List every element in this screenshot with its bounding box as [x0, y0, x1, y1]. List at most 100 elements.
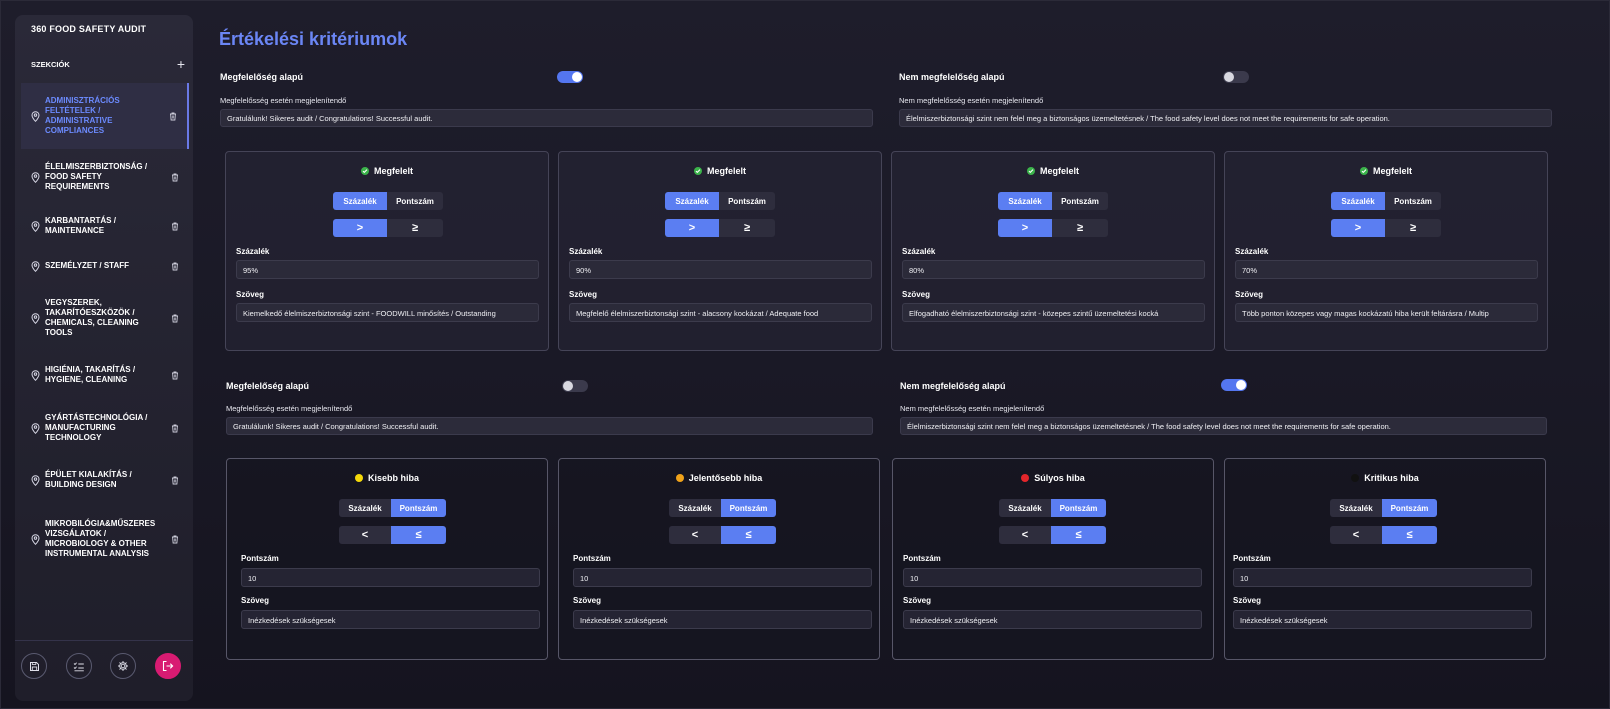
text-input[interactable]: Elfogadható élelmiszerbiztonsági szint -… — [902, 303, 1205, 322]
greater-than-option[interactable]: > — [665, 219, 719, 237]
text-label: Szöveg — [236, 290, 265, 299]
text-input[interactable]: Inézkedések szükségesek — [903, 610, 1202, 629]
text-input[interactable]: Inézkedések szükségesek — [241, 610, 540, 629]
greater-equal-option[interactable]: ≥ — [387, 219, 443, 237]
points-tab[interactable]: Pontszám — [391, 499, 446, 517]
greater-equal-option[interactable]: ≥ — [1385, 219, 1441, 237]
sidebar-item-building[interactable]: ÉPÜLET KIALAKÍTÁS / BUILDING DESIGN — [21, 457, 189, 503]
checklist-button[interactable] — [66, 653, 92, 679]
compliance-based-toggle[interactable] — [562, 380, 588, 392]
less-equal-option[interactable]: ≤ — [1382, 526, 1437, 544]
operator-segmented-control: < ≤ — [669, 526, 776, 544]
sidebar-item-microbiology[interactable]: MIKROBILÓGIA&MŰSZERES VIZSGÁLATOK / MICR… — [21, 503, 189, 575]
greater-than-option[interactable]: > — [998, 219, 1052, 237]
sidebar-item-label: KARBANTARTÁS / MAINTENANCE — [45, 216, 116, 235]
trash-icon[interactable] — [171, 173, 181, 182]
operator-segmented-control: > ≥ — [1331, 219, 1441, 237]
percent-tab[interactable]: Százalék — [665, 192, 719, 210]
value-input[interactable]: 95% — [236, 260, 539, 279]
points-tab[interactable]: Pontszám — [1382, 499, 1437, 517]
compliance-message-field[interactable]: Gratulálunk! Sikeres audit / Congratulat… — [220, 109, 873, 127]
sidebar-item-administrative[interactable]: ADMINISZTRÁCIÓS FELTÉTELEK / ADMINISTRAT… — [21, 83, 189, 149]
section-list: ADMINISZTRÁCIÓS FELTÉTELEK / ADMINISTRAT… — [21, 83, 189, 575]
less-than-option[interactable]: < — [669, 526, 721, 544]
sidebar-item-manufacturing[interactable]: GYÁRTÁSTECHNOLÓGIA / MANUFACTURING TECHN… — [21, 399, 189, 457]
greater-equal-option[interactable]: ≥ — [719, 219, 775, 237]
percent-tab[interactable]: Százalék — [999, 499, 1051, 517]
sidebar-item-chemicals[interactable]: VEGYSZEREK, TAKARÍTÓESZKÖZÖK / CHEMICALS… — [21, 285, 189, 351]
trash-icon[interactable] — [171, 424, 181, 433]
card-header: Megfelelt — [892, 166, 1214, 176]
sidebar-item-maintenance[interactable]: KARBANTARTÁS / MAINTENANCE — [21, 205, 189, 247]
text-label: Szöveg — [1233, 596, 1262, 605]
card-header: Megfelelt — [226, 166, 548, 176]
add-section-icon[interactable]: + — [177, 57, 185, 71]
greater-equal-option[interactable]: ≥ — [1052, 219, 1108, 237]
sections-label: SZEKCIÓK — [31, 59, 70, 69]
text-input[interactable]: Inézkedések szükségesek — [573, 610, 872, 629]
text-input[interactable]: Több ponton közepes vagy magas kockázatú… — [1235, 303, 1538, 322]
percent-tab[interactable]: Százalék — [669, 499, 721, 517]
value-input[interactable]: 80% — [902, 260, 1205, 279]
greater-than-option[interactable]: > — [1331, 219, 1385, 237]
trash-icon[interactable] — [171, 222, 181, 231]
points-tab[interactable]: Pontszám — [721, 499, 776, 517]
less-than-option[interactable]: < — [1330, 526, 1382, 544]
save-button[interactable] — [21, 653, 47, 679]
compliance-message-field[interactable]: Gratulálunk! Sikeres audit / Congratulat… — [226, 417, 873, 435]
less-than-option[interactable]: < — [999, 526, 1051, 544]
trash-icon[interactable] — [171, 314, 181, 323]
percent-tab[interactable]: Százalék — [339, 499, 391, 517]
non-compliance-message-field[interactable]: Élelmiszerbiztonsági szint nem felel meg… — [899, 109, 1552, 127]
sidebar-item-food-safety[interactable]: ÉLELMISZERBIZTONSÁG / FOOD SAFETY REQUIR… — [21, 149, 189, 205]
sidebar-item-hygiene[interactable]: HIGIÉNIA, TAKARÍTÁS / HYGIENE, CLEANING — [21, 351, 189, 399]
compliance-based-toggle[interactable] — [557, 71, 583, 83]
points-tab[interactable]: Pontszám — [1051, 499, 1106, 517]
settings-button[interactable] — [110, 653, 136, 679]
less-than-option[interactable]: < — [339, 526, 391, 544]
points-tab[interactable]: Pontszám — [719, 192, 775, 210]
percent-tab[interactable]: Százalék — [998, 192, 1052, 210]
location-pin-icon — [31, 260, 43, 272]
percent-tab[interactable]: Százalék — [333, 192, 387, 210]
sections-header: SZEKCIÓK + — [31, 57, 185, 71]
operator-segmented-control: < ≤ — [1330, 526, 1437, 544]
trash-icon[interactable] — [171, 262, 181, 271]
logout-button[interactable] — [155, 653, 181, 679]
trash-icon[interactable] — [171, 535, 181, 544]
value-input[interactable]: 10 — [573, 568, 872, 587]
value-input[interactable]: 10 — [241, 568, 540, 587]
value-input[interactable]: 10 — [903, 568, 1202, 587]
points-tab[interactable]: Pontszám — [387, 192, 443, 210]
card-title: Jelentősebb hiba — [688, 473, 763, 483]
trash-icon[interactable] — [171, 371, 181, 380]
non-compliance-based-toggle[interactable] — [1221, 379, 1247, 391]
value-input[interactable]: 90% — [569, 260, 872, 279]
percent-tab[interactable]: Százalék — [1330, 499, 1382, 517]
points-tab[interactable]: Pontszám — [1052, 192, 1108, 210]
location-pin-icon — [31, 312, 43, 324]
card-title: Megfelelt — [1039, 166, 1079, 176]
value-label: Pontszám — [241, 554, 279, 563]
sidebar-item-staff[interactable]: SZEMÉLYZET / STAFF — [21, 247, 189, 285]
less-equal-option[interactable]: ≤ — [391, 526, 446, 544]
less-equal-option[interactable]: ≤ — [721, 526, 776, 544]
points-tab[interactable]: Pontszám — [1385, 192, 1441, 210]
value-label: Százalék — [236, 247, 270, 256]
check-circle-icon — [693, 167, 702, 175]
trash-icon[interactable] — [171, 476, 181, 485]
text-input[interactable]: Kiemelkedő élelmiszerbiztonsági szint - … — [236, 303, 539, 322]
less-equal-option[interactable]: ≤ — [1051, 526, 1106, 544]
value-input[interactable]: 10 — [1233, 568, 1532, 587]
compliance-message-label: Megfelelősség esetén megjelenítendő — [226, 404, 353, 413]
trash-icon[interactable] — [169, 112, 179, 121]
non-compliance-based-toggle[interactable] — [1223, 71, 1249, 83]
value-input[interactable]: 70% — [1235, 260, 1538, 279]
text-input[interactable]: Inézkedések szükségesek — [1233, 610, 1532, 629]
non-compliance-message-field[interactable]: Élelmiszerbiztonsági szint nem felel meg… — [900, 417, 1547, 435]
toggle-knob — [563, 381, 573, 391]
text-input[interactable]: Megfelelő élelmiszerbiztonsági szint - a… — [569, 303, 872, 322]
percent-tab[interactable]: Százalék — [1331, 192, 1385, 210]
greater-than-option[interactable]: > — [333, 219, 387, 237]
card-header: Súlyos hiba — [893, 473, 1213, 483]
